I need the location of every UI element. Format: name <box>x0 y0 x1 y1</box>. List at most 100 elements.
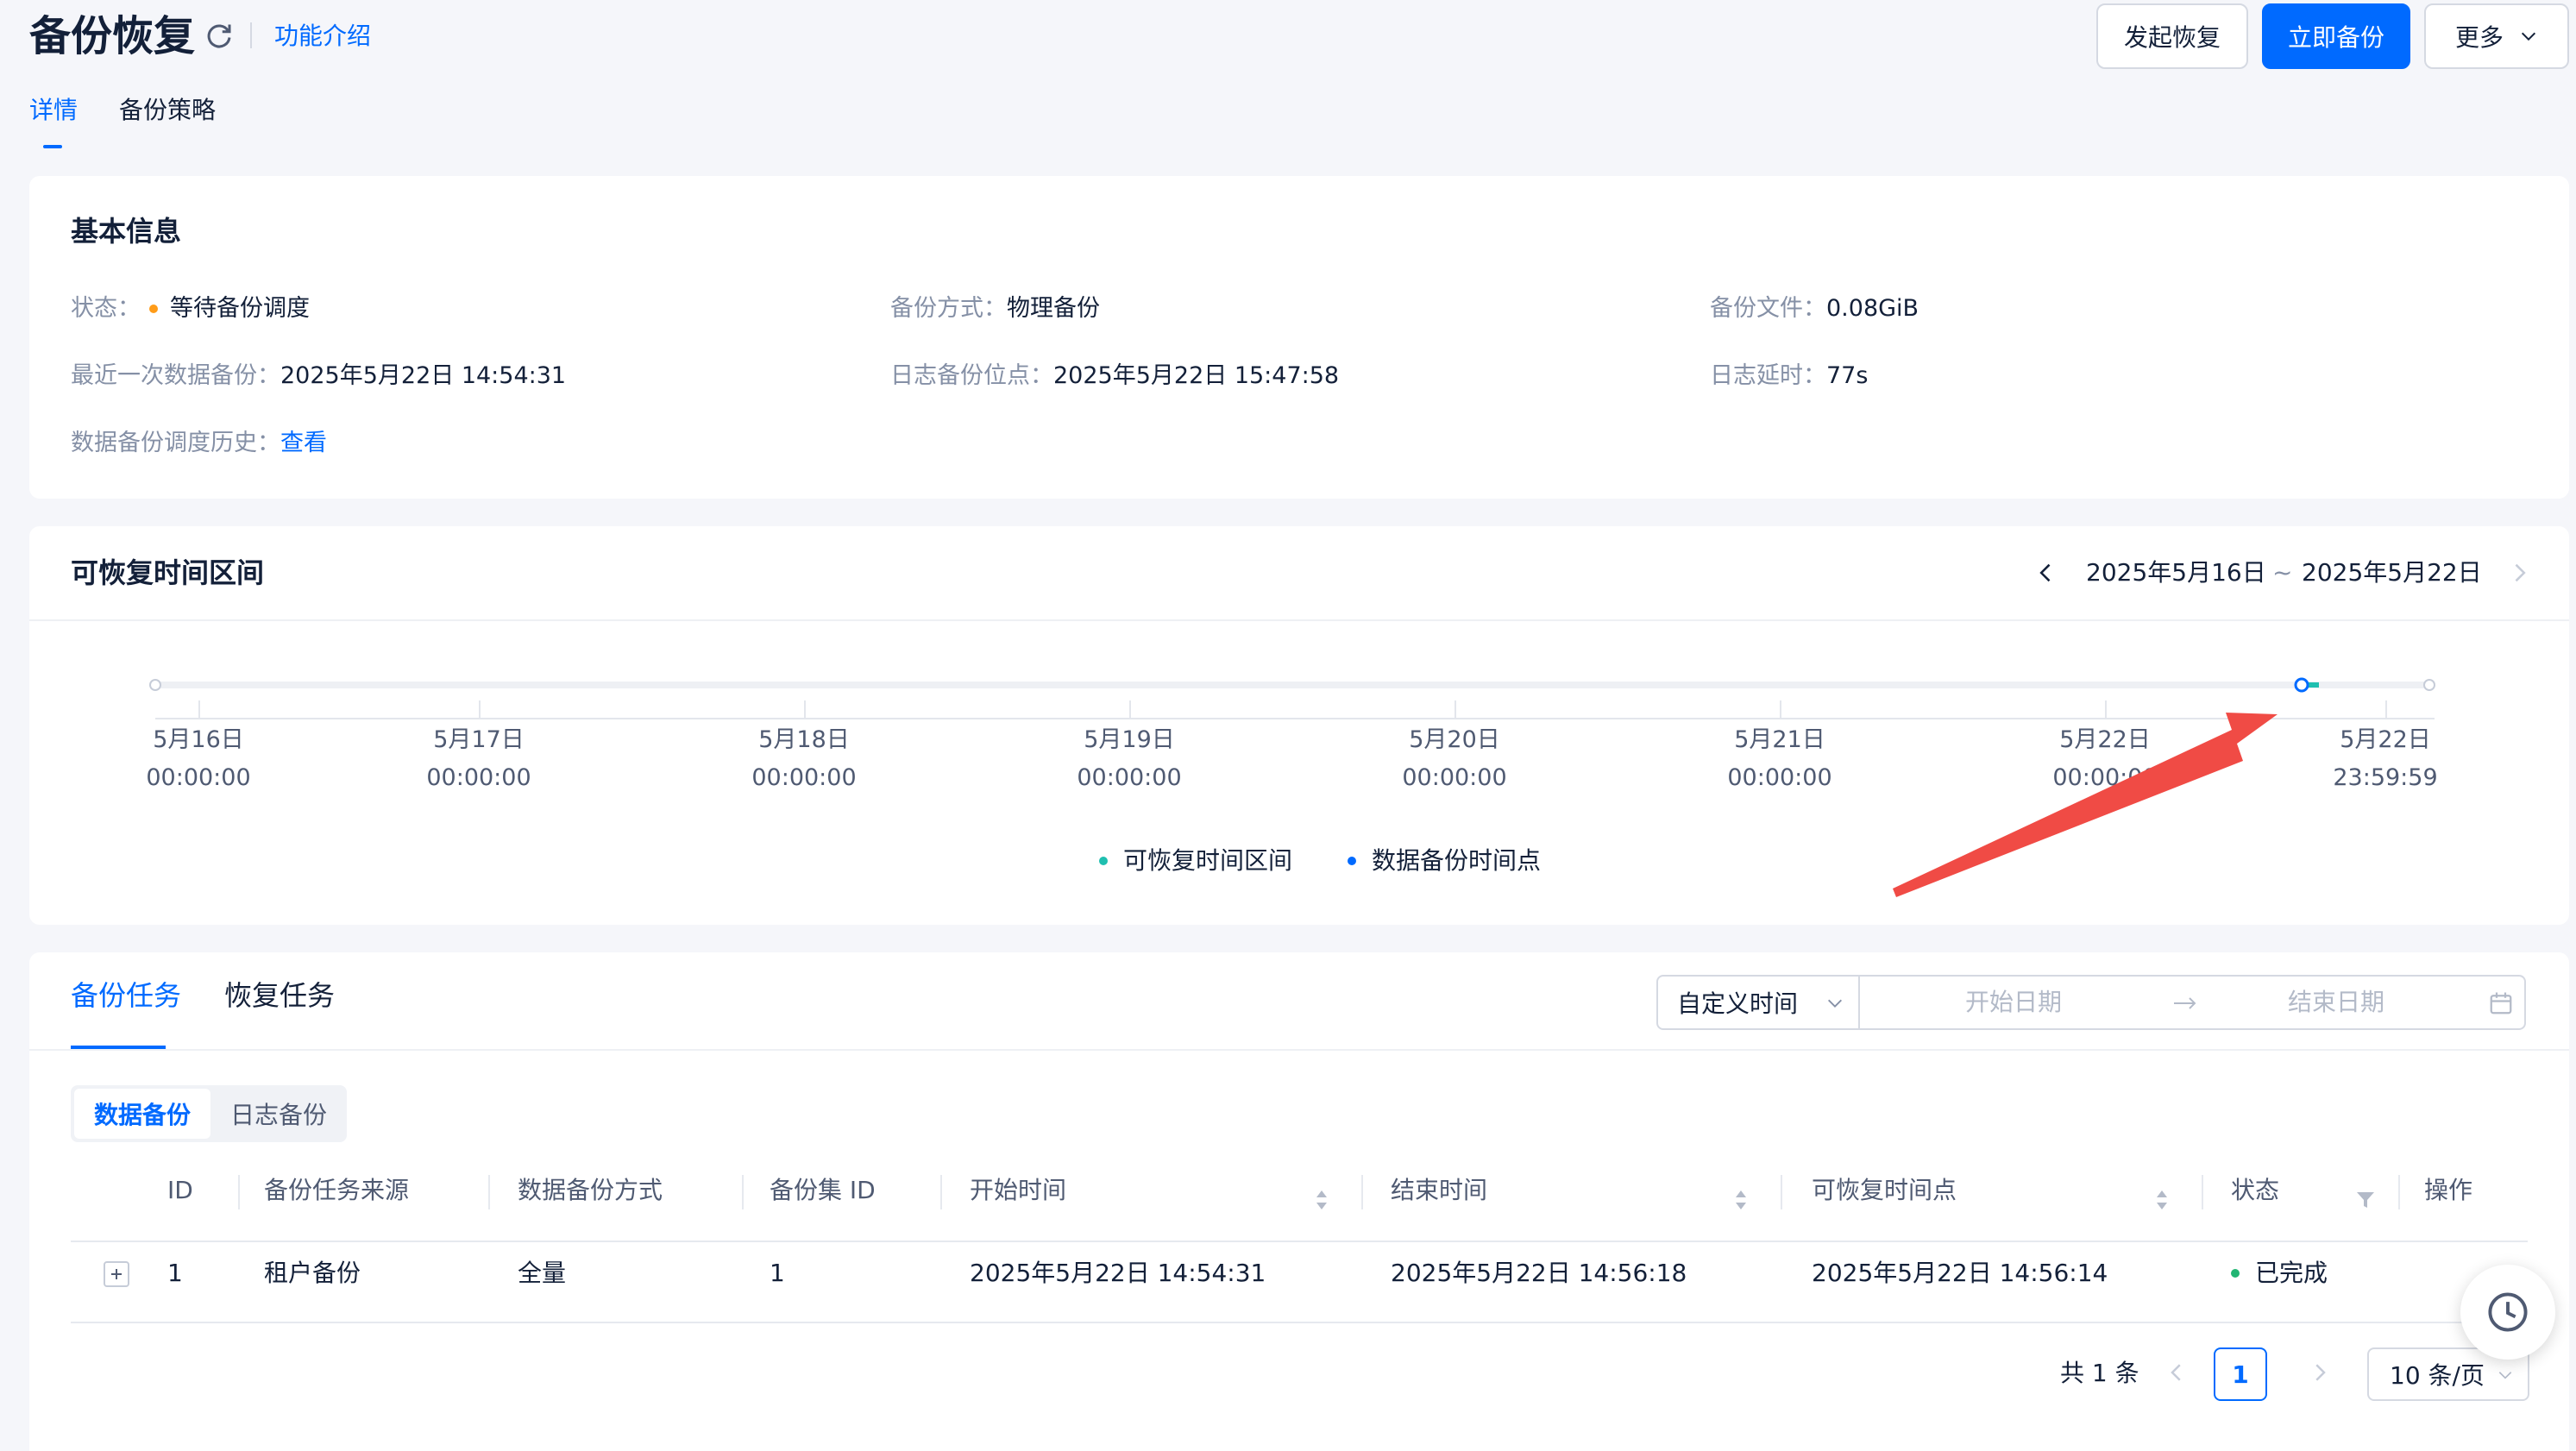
pagination-total: 共 1 条 <box>2060 1359 2139 1387</box>
status-success-dot <box>2231 1269 2240 1278</box>
range-end-date: 2025年5月22日 <box>2302 558 2482 587</box>
date-range-picker[interactable]: 开始日期 结束日期 <box>1858 975 2526 1030</box>
table-row-divider <box>71 1322 2528 1323</box>
column-separator <box>742 1175 744 1209</box>
column-header-recoverable-point[interactable]: 可恢复时间点 <box>1812 1171 1957 1209</box>
start-restore-button[interactable]: 发起恢复 <box>2096 3 2248 69</box>
page-number-button[interactable]: 1 <box>2214 1347 2267 1401</box>
tab-backup-tasks[interactable]: 备份任务 <box>71 975 181 1016</box>
tab-backup-policy[interactable]: 备份策略 <box>119 93 216 128</box>
tasks-header-divider <box>29 1049 2569 1051</box>
time-filter-value: 自定义时间 <box>1677 989 1799 1018</box>
clock-icon <box>2488 1292 2528 1332</box>
column-separator <box>1361 1175 1363 1209</box>
tick-label: 5月20日 00:00:00 <box>1402 726 1507 791</box>
feature-intro-link[interactable]: 功能介绍 <box>274 17 371 55</box>
backup-file-value: 0.08GiB <box>1826 295 1919 322</box>
recoverable-range-title: 可恢复时间区间 <box>71 556 265 589</box>
prev-page-icon[interactable] <box>2164 1360 2190 1385</box>
segment-data-backup[interactable]: 数据备份 <box>74 1089 210 1139</box>
column-header-method: 数据备份方式 <box>518 1176 663 1204</box>
column-header-source: 备份任务来源 <box>264 1176 410 1204</box>
log-backup-point-label: 日志备份位点： <box>890 362 1053 389</box>
last-data-backup-value: 2025年5月22日 14:54:31 <box>280 362 567 389</box>
log-delay-label: 日志延时： <box>1710 362 1826 389</box>
filter-icon[interactable] <box>2355 1190 2376 1209</box>
timeline-end-marker <box>2423 679 2435 691</box>
backup-history-field: 数据备份调度历史： 查看 <box>71 426 327 461</box>
chevron-left-icon[interactable] <box>2034 561 2058 585</box>
refresh-icon[interactable] <box>204 21 235 52</box>
page-title: 备份恢复 <box>29 12 196 60</box>
backup-file-label: 备份文件： <box>1710 295 1826 322</box>
timeline-tick <box>479 700 481 718</box>
last-data-backup-label: 最近一次数据备份： <box>71 362 280 389</box>
log-backup-point-value: 2025年5月22日 15:47:58 <box>1053 362 1340 389</box>
start-date-input[interactable]: 开始日期 <box>1965 985 2062 1020</box>
log-backup-point-field: 日志备份位点： 2025年5月22日 15:47:58 <box>890 359 1339 393</box>
sort-icon[interactable] <box>1315 1189 1329 1211</box>
table-cell-method: 全量 <box>518 1259 567 1287</box>
status-text: 已完成 <box>2255 1259 2328 1287</box>
page: 备份恢复 功能介绍 发起恢复 立即备份 更多 详情 备份策略 基本信息 状态： … <box>0 0 2576 1451</box>
more-button[interactable]: 更多 <box>2424 3 2569 69</box>
backup-point-marker[interactable] <box>2293 675 2328 695</box>
tick-label: 5月21日 00:00:00 <box>1727 726 1832 791</box>
column-separator <box>940 1175 942 1209</box>
table-cell-start-time: 2025年5月22日 14:54:31 <box>970 1259 1266 1287</box>
sort-icon[interactable] <box>1734 1189 1748 1211</box>
legend-backup-point-dot <box>1348 857 1356 865</box>
tick-label: 5月16日 00:00:00 <box>146 726 251 791</box>
expand-row-icon[interactable] <box>104 1261 129 1287</box>
status-label: 状态： <box>71 295 141 322</box>
timeline-tick <box>1129 700 1131 718</box>
chevron-down-icon <box>2498 1372 2512 1379</box>
more-label: 更多 <box>2454 23 2504 52</box>
history-float-button[interactable] <box>2460 1265 2555 1360</box>
status-value: 等待备份调度 <box>170 295 310 322</box>
tasks-card: 备份任务 恢复任务 自定义时间 开始日期 结束日期 数据备份 日志备份 ID 备… <box>29 952 2569 1451</box>
time-filter-select[interactable]: 自定义时间 <box>1656 975 1860 1030</box>
tab-active-indicator <box>43 145 62 148</box>
chevron-down-icon <box>1828 999 1842 1008</box>
timeline-tick <box>1780 700 1781 718</box>
tab-restore-tasks[interactable]: 恢复任务 <box>224 975 335 1016</box>
timeline-tick <box>198 700 200 718</box>
legend-recoverable: 可恢复时间区间 <box>1099 842 1292 880</box>
column-header-end-time[interactable]: 结束时间 <box>1391 1171 1487 1209</box>
timeline-tick <box>804 700 806 718</box>
column-header-start-time[interactable]: 开始时间 <box>970 1171 1066 1209</box>
column-header-backup-set-id: 备份集 ID <box>770 1176 876 1204</box>
column-separator <box>488 1175 490 1209</box>
column-separator <box>1781 1175 1782 1209</box>
column-header-id: ID <box>167 1176 193 1204</box>
calendar-icon[interactable] <box>2488 990 2514 1016</box>
backup-now-button[interactable]: 立即备份 <box>2262 3 2410 69</box>
task-tab-active-indicator <box>71 1046 166 1049</box>
backup-file-field: 备份文件： 0.08GiB <box>1710 292 1919 326</box>
backup-history-label: 数据备份调度历史： <box>71 430 280 456</box>
log-delay-field: 日志延时： 77s <box>1710 359 1868 393</box>
view-history-link[interactable]: 查看 <box>280 426 327 461</box>
segment-log-backup[interactable]: 日志备份 <box>214 1089 343 1139</box>
next-page-icon[interactable] <box>2307 1360 2333 1385</box>
end-date-input[interactable]: 结束日期 <box>2288 985 2384 1020</box>
timeline-tick <box>1454 700 1456 718</box>
sort-icon[interactable] <box>2155 1189 2169 1211</box>
tick-label: 5月22日 00:00:00 <box>2052 726 2158 791</box>
timeline-axis <box>155 718 2435 719</box>
recoverable-range-card: 可恢复时间区间 2025年5月16日 ~ 2025年5月22日 5月16日 00:… <box>29 526 2569 925</box>
backup-method-label: 备份方式： <box>890 295 1007 322</box>
backup-method-field: 备份方式： 物理备份 <box>890 292 1100 326</box>
chevron-right-icon[interactable] <box>2507 561 2531 585</box>
table-cell-source: 租户备份 <box>264 1259 361 1287</box>
legend-recoverable-label: 可恢复时间区间 <box>1123 846 1293 875</box>
last-data-backup-field: 最近一次数据备份： 2025年5月22日 14:54:31 <box>71 359 566 393</box>
basic-info-title: 基本信息 <box>71 215 182 248</box>
table-header-divider <box>71 1241 2528 1242</box>
timeline-track <box>155 682 2435 688</box>
column-header-status: 状态 <box>2231 1176 2280 1204</box>
status-field: 状态： 等待备份调度 <box>71 292 310 326</box>
backup-method-value: 物理备份 <box>1007 295 1100 322</box>
tab-detail[interactable]: 详情 <box>29 93 78 128</box>
